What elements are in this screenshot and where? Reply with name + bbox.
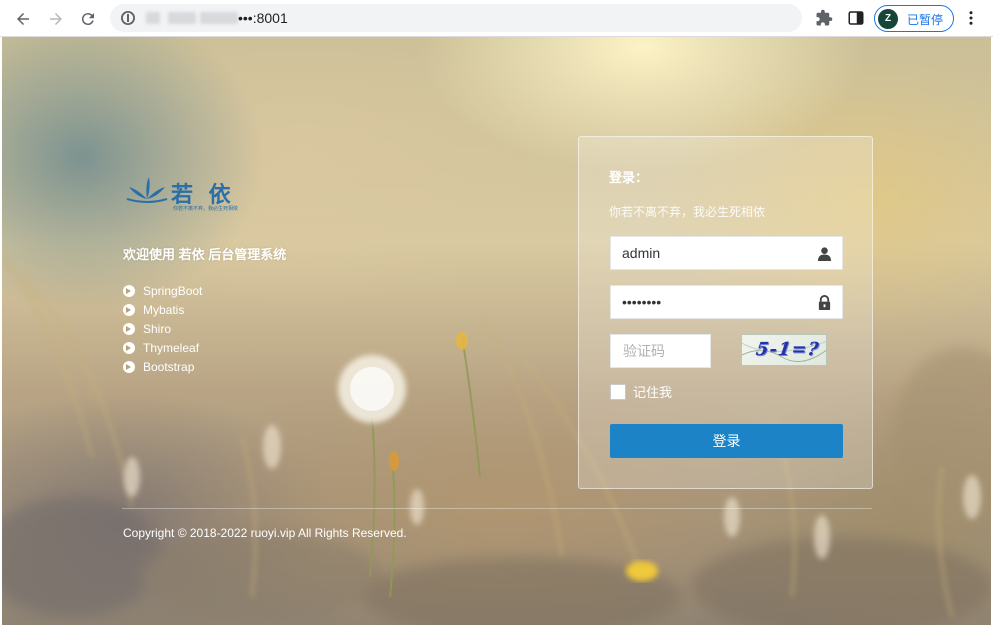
reload-button[interactable]: [75, 6, 101, 32]
captcha-field[interactable]: [610, 334, 711, 368]
list-item: Mybatis: [123, 300, 202, 319]
browser-toolbar: •••:8001 Z 已暂停: [0, 0, 993, 37]
password-field[interactable]: [610, 285, 843, 319]
side-panel-icon[interactable]: [847, 9, 865, 27]
list-item: Thymeleaf: [123, 338, 202, 357]
url-text: •••:8001: [238, 10, 288, 26]
captcha-text: 5-1=?: [754, 339, 821, 360]
list-item: Bootstrap: [123, 357, 202, 376]
remember-checkbox[interactable]: [610, 383, 626, 400]
arrow-circle-icon: [123, 303, 135, 316]
arrow-circle-icon: [123, 341, 135, 354]
username-field[interactable]: [610, 236, 843, 270]
user-icon: [817, 247, 832, 261]
remember-label: 记住我: [633, 385, 673, 400]
url-redacted-part: [200, 12, 238, 24]
address-bar[interactable]: •••:8001: [110, 4, 802, 32]
welcome-heading: 欢迎使用 若依 后台管理系统: [123, 247, 287, 262]
avatar: Z: [878, 9, 898, 29]
profile-button[interactable]: Z 已暂停: [874, 5, 954, 32]
profile-status: 已暂停: [907, 13, 944, 27]
url-redacted-part: [146, 12, 160, 24]
login-page: 若 依 你若不离不弃，我必生死相依 欢迎使用 若依 后台管理系统 SpringB…: [2, 37, 991, 625]
more-menu-icon[interactable]: [962, 9, 980, 27]
feature-label: Mybatis: [143, 302, 185, 317]
lock-icon: [818, 295, 831, 310]
arrow-circle-icon: [123, 360, 135, 373]
login-title: 登录：: [609, 170, 649, 185]
arrow-circle-icon: [123, 284, 135, 297]
logo-tagline: 你若不离不弃，我必生死相依: [173, 206, 239, 212]
extensions-puzzle-icon[interactable]: [815, 9, 833, 27]
reload-icon: [81, 13, 94, 26]
forward-button[interactable]: [43, 6, 69, 32]
list-item: SpringBoot: [123, 281, 202, 300]
password-input[interactable]: [611, 286, 801, 318]
captcha-input[interactable]: [611, 335, 710, 367]
login-form: 登录： 你若不离不弃，我必生死相依 5-1=? 记住我: [578, 136, 873, 489]
forward-arrow-icon: [50, 13, 62, 25]
back-arrow-icon: [17, 13, 29, 25]
login-subtitle: 你若不离不弃，我必生死相依: [609, 205, 766, 219]
footer-divider: [122, 508, 872, 509]
copyright-text: Copyright © 2018-2022 ruoyi.vip All Righ…: [123, 526, 407, 540]
arrow-circle-icon: [123, 322, 135, 335]
list-item: Shiro: [123, 319, 202, 338]
feature-label: Thymeleaf: [143, 340, 200, 355]
feature-label: SpringBoot: [143, 283, 203, 298]
feature-label: Bootstrap: [143, 359, 195, 374]
leaf-logo-icon: [126, 177, 168, 203]
login-button[interactable]: 登录: [610, 424, 843, 458]
captcha-image[interactable]: 5-1=?: [741, 334, 827, 366]
ruoyi-logo: 若 依 你若不离不弃，我必生死相依: [125, 175, 245, 215]
site-info-icon[interactable]: [120, 10, 136, 26]
username-input[interactable]: [611, 237, 801, 269]
feature-label: Shiro: [143, 321, 172, 336]
url-redacted-part: [168, 12, 196, 24]
feature-list: SpringBoot Mybatis Shiro Thymeleaf Boots…: [123, 281, 202, 376]
remember-me[interactable]: 记住我: [610, 382, 672, 401]
back-button[interactable]: [10, 6, 36, 32]
